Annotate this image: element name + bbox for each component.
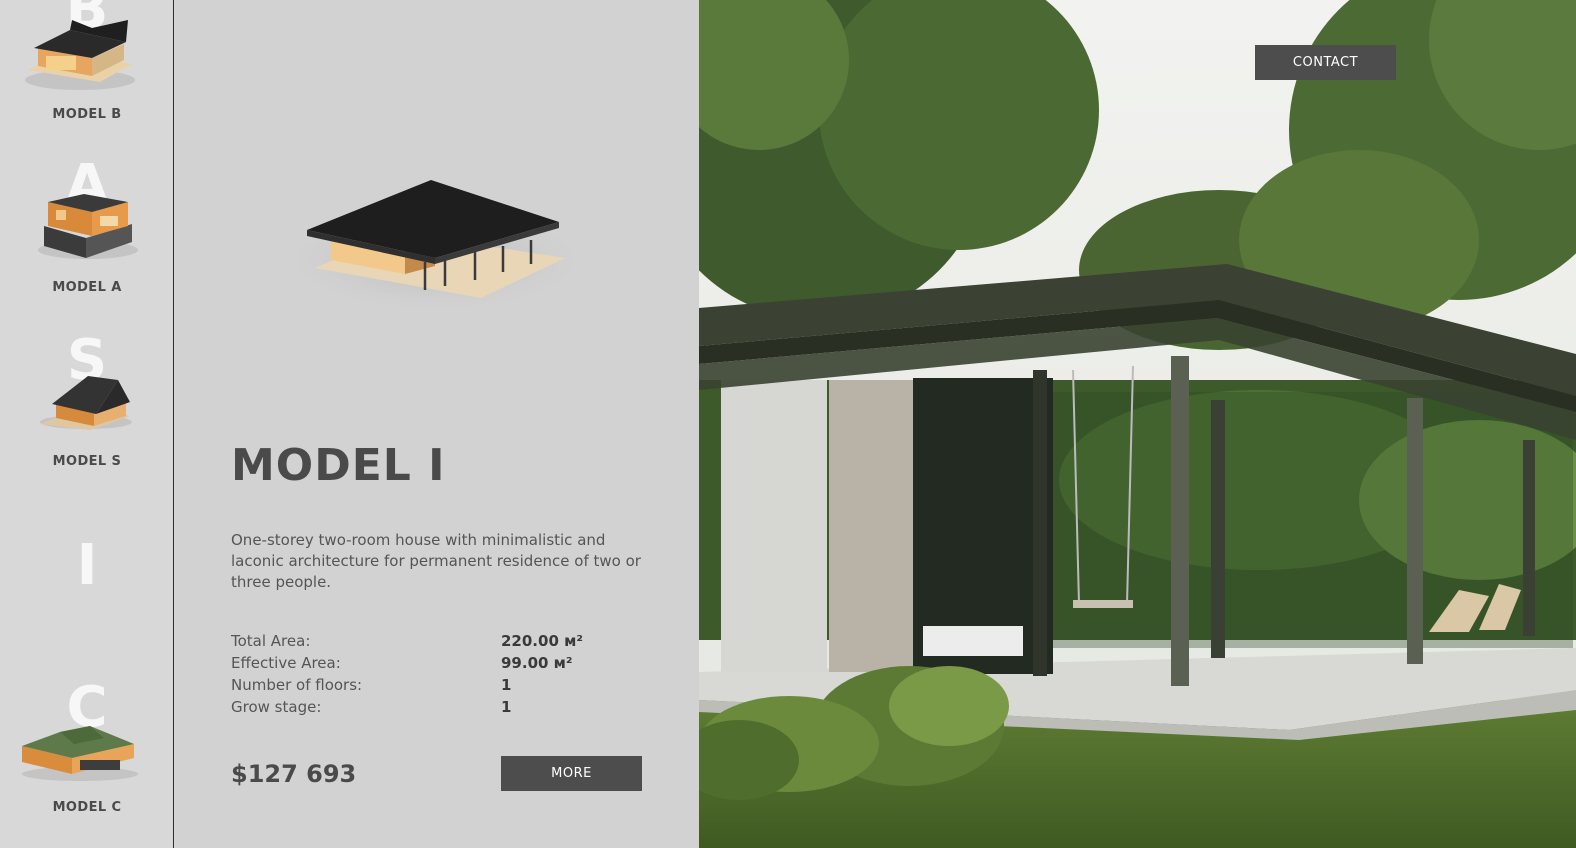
model-b-thumbnail bbox=[25, 20, 135, 90]
spec-label: Effective Area: bbox=[231, 654, 341, 672]
model-a-label: MODEL A bbox=[52, 280, 122, 295]
model-a-thumbnail bbox=[38, 194, 138, 259]
spec-label: Number of floors: bbox=[231, 676, 363, 694]
spec-row: Total Area: 220.00 м² bbox=[231, 632, 671, 654]
model-s-thumbnail bbox=[40, 376, 132, 430]
model-c-thumbnail bbox=[22, 726, 138, 781]
model-b-label: MODEL B bbox=[52, 107, 122, 122]
model-c-label: MODEL C bbox=[52, 800, 122, 815]
model-title: MODEL I bbox=[231, 440, 446, 491]
model-sidebar: B A S I C MODEL B MODEL A MODEL S MODEL … bbox=[0, 0, 174, 848]
model-s-label: MODEL S bbox=[52, 454, 122, 469]
house-photo bbox=[699, 0, 1576, 848]
spec-label: Total Area: bbox=[231, 632, 311, 650]
spec-row: Effective Area: 99.00 м² bbox=[231, 654, 671, 676]
model-s-item[interactable]: MODEL S bbox=[0, 368, 173, 478]
contact-button[interactable]: CONTACT bbox=[1255, 45, 1396, 80]
house-exterior-image bbox=[699, 0, 1576, 848]
letter-i: I bbox=[76, 533, 98, 598]
more-button[interactable]: MORE bbox=[501, 756, 642, 791]
spec-row: Number of floors: 1 bbox=[231, 676, 671, 698]
spec-value: 1 bbox=[501, 676, 512, 694]
model-i-3d-render bbox=[285, 180, 585, 315]
spec-value: 1 bbox=[501, 698, 512, 716]
price: $127 693 bbox=[231, 760, 357, 788]
model-a-item[interactable]: MODEL A bbox=[0, 180, 173, 305]
model-description: One-storey two-room house with minimalis… bbox=[231, 531, 641, 591]
model-b-item[interactable]: MODEL B bbox=[0, 0, 173, 130]
model-c-item[interactable]: MODEL C bbox=[0, 718, 173, 828]
spec-value: 99.00 м² bbox=[501, 654, 573, 672]
spec-label: Grow stage: bbox=[231, 698, 322, 716]
model-detail-panel: MODEL I One-storey two-room house with m… bbox=[175, 0, 699, 848]
spec-row: Grow stage: 1 bbox=[231, 698, 671, 720]
spec-value: 220.00 м² bbox=[501, 632, 583, 650]
